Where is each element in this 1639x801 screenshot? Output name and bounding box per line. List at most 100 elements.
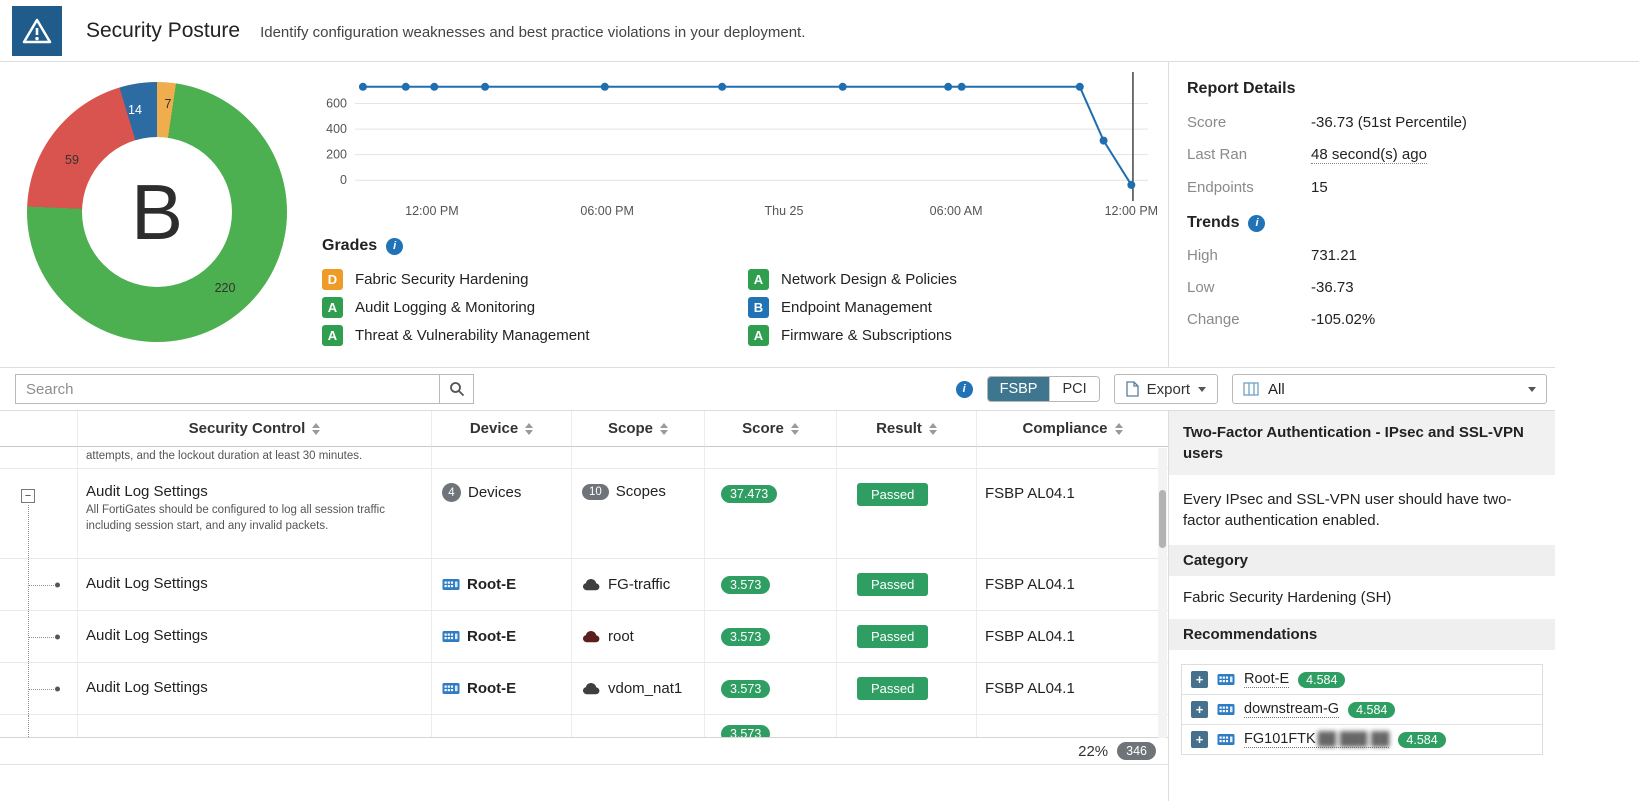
table-row-partial[interactable]: attempts, and the lockout duration at le… [0, 447, 1168, 469]
grade-item: B Endpoint Management [748, 293, 1168, 321]
search-input[interactable] [15, 374, 440, 404]
column-label: Compliance [1022, 420, 1107, 437]
low-label: Low [1187, 279, 1311, 296]
recommendation-item[interactable]: + downstream-G 4.584 [1182, 695, 1542, 725]
grade-item: A Network Design & Policies [748, 265, 1168, 293]
table-row-group[interactable]: − Audit Log Settings All FortiGates shou… [0, 469, 1168, 559]
device-name: Root-E [467, 680, 516, 697]
control-detail-panel: Two-Factor Authentication - IPsec and SS… [1168, 411, 1555, 801]
recommendation-item[interactable]: + FG101FTK ██ ███ ██ 4.584 [1182, 725, 1542, 754]
change-label: Change [1187, 311, 1311, 328]
device-name: Root-E [467, 576, 516, 593]
column-header-device[interactable]: Device [432, 411, 572, 447]
device-name: Root-E [1244, 671, 1289, 687]
table-row[interactable]: Audit Log Settings Root-E root 3.573 Pas… [0, 611, 1168, 663]
scrollbar-thumb[interactable] [1159, 490, 1166, 548]
donut-center: B [82, 137, 232, 287]
search-button[interactable] [440, 374, 474, 404]
result-badge: Passed [857, 573, 928, 596]
security-posture-warning-icon [12, 6, 62, 56]
tree-connector [28, 689, 54, 690]
total-count-badge: 346 [1117, 742, 1156, 760]
scope-filter-dropdown[interactable]: All [1232, 374, 1547, 404]
grades-title: Grades [322, 237, 377, 255]
compliance-value: FSBP AL04.1 [977, 611, 1168, 663]
page-header: Security Posture Identify configuration … [0, 0, 1639, 62]
column-header-security-control[interactable]: Security Control [78, 411, 432, 447]
expand-plus-icon[interactable]: + [1191, 731, 1208, 748]
svg-text:Thu 25: Thu 25 [765, 204, 804, 218]
low-value: -36.73 [1311, 279, 1354, 296]
result-badge: Passed [857, 677, 928, 700]
device-link[interactable]: FG101FTK ██ ███ ██ [1244, 731, 1389, 748]
tree-node-dot [55, 582, 60, 587]
tree-node-dot [55, 686, 60, 691]
svg-text:12:00 PM: 12:00 PM [405, 204, 459, 218]
grade-badge: A [748, 269, 769, 290]
column-header-result[interactable]: Result [837, 411, 977, 447]
svg-text:600: 600 [326, 97, 347, 111]
control-description: All FortiGates should be configured to l… [78, 503, 431, 534]
recommendations-list: + Root-E 4.584 + downstream-G 4.584 + FG… [1181, 664, 1543, 755]
tree-connector [28, 505, 29, 558]
change-value: -105.02% [1311, 311, 1375, 328]
table-header-row: Security Control Device Scope Score Resu… [0, 411, 1168, 447]
grade-badge: A [322, 297, 343, 318]
info-icon[interactable]: i [956, 381, 973, 398]
report-detail-row: Score -36.73 (51st Percentile) [1187, 114, 1555, 131]
sort-icon [525, 423, 533, 435]
tab-fsbp[interactable]: FSBP [988, 377, 1050, 401]
high-label: High [1187, 247, 1311, 264]
scope-name: root [608, 628, 634, 645]
column-header-compliance[interactable]: Compliance [977, 411, 1168, 447]
column-header-scope[interactable]: Scope [572, 411, 705, 447]
table-row[interactable]: Audit Log Settings Root-E FG-traffic 3.5… [0, 559, 1168, 611]
result-badge: Passed [857, 483, 928, 506]
collapse-row-icon[interactable]: − [21, 489, 35, 503]
info-icon[interactable]: i [386, 238, 403, 255]
score-value: -36.73 (51st Percentile) [1311, 114, 1467, 131]
table-toolbar: i FSBP PCI Export All [0, 367, 1555, 411]
expand-plus-icon[interactable]: + [1191, 701, 1208, 718]
export-button[interactable]: Export [1114, 374, 1218, 404]
report-detail-row: Change -105.02% [1187, 311, 1555, 328]
table-row-partial[interactable]: 3.573 [0, 715, 1168, 737]
grade-item: A Threat & Vulnerability Management [322, 321, 748, 349]
last-ran-label: Last Ran [1187, 146, 1311, 163]
control-title: Audit Log Settings [78, 663, 431, 712]
sort-icon [312, 423, 320, 435]
tree-connector [28, 637, 54, 638]
compliance-value: FSBP AL04.1 [977, 469, 1168, 559]
svg-text:200: 200 [326, 148, 347, 162]
scope-name: vdom_nat1 [608, 680, 682, 697]
table-row[interactable]: Audit Log Settings Root-E vdom_nat1 3.57… [0, 663, 1168, 715]
standard-toggle: FSBP PCI [987, 376, 1100, 402]
page-subtitle: Identify configuration weaknesses and be… [260, 21, 805, 41]
info-icon[interactable]: i [1248, 215, 1265, 232]
tab-pci[interactable]: PCI [1049, 377, 1098, 401]
column-header-score[interactable]: Score [705, 411, 837, 447]
cloud-icon [582, 682, 601, 695]
last-ran-value[interactable]: 48 second(s) ago [1311, 146, 1427, 164]
device-link[interactable]: Root-E [1244, 671, 1289, 688]
column-label: Device [470, 420, 518, 437]
fortigate-device-icon [442, 630, 460, 643]
device-link[interactable]: downstream-G [1244, 701, 1339, 718]
grade-label: Fabric Security Hardening [355, 271, 528, 288]
control-title: Audit Log Settings [78, 469, 431, 503]
table-scrollbar[interactable] [1158, 448, 1167, 738]
recommendation-score-badge: 4.584 [1298, 672, 1345, 688]
score-pill: 37.473 [721, 485, 777, 503]
search-icon [449, 381, 465, 397]
high-value: 731.21 [1311, 247, 1357, 264]
expand-plus-icon[interactable]: + [1191, 671, 1208, 688]
table-footer: 22% 346 [0, 737, 1168, 765]
grade-donut-chart[interactable]: B 7 220 59 14 [27, 82, 287, 342]
scope-name: FG-traffic [608, 576, 670, 593]
device-name: FG101FTK [1244, 731, 1316, 747]
scope-count-badge: 10 [582, 484, 609, 500]
score-trend-chart[interactable]: 020040060012:00 PM06:00 PMThu 2506:00 AM… [300, 68, 1168, 223]
chevron-down-icon [1198, 387, 1206, 392]
security-controls-table: Security Control Device Scope Score Resu… [0, 411, 1168, 801]
recommendation-item[interactable]: + Root-E 4.584 [1182, 665, 1542, 695]
